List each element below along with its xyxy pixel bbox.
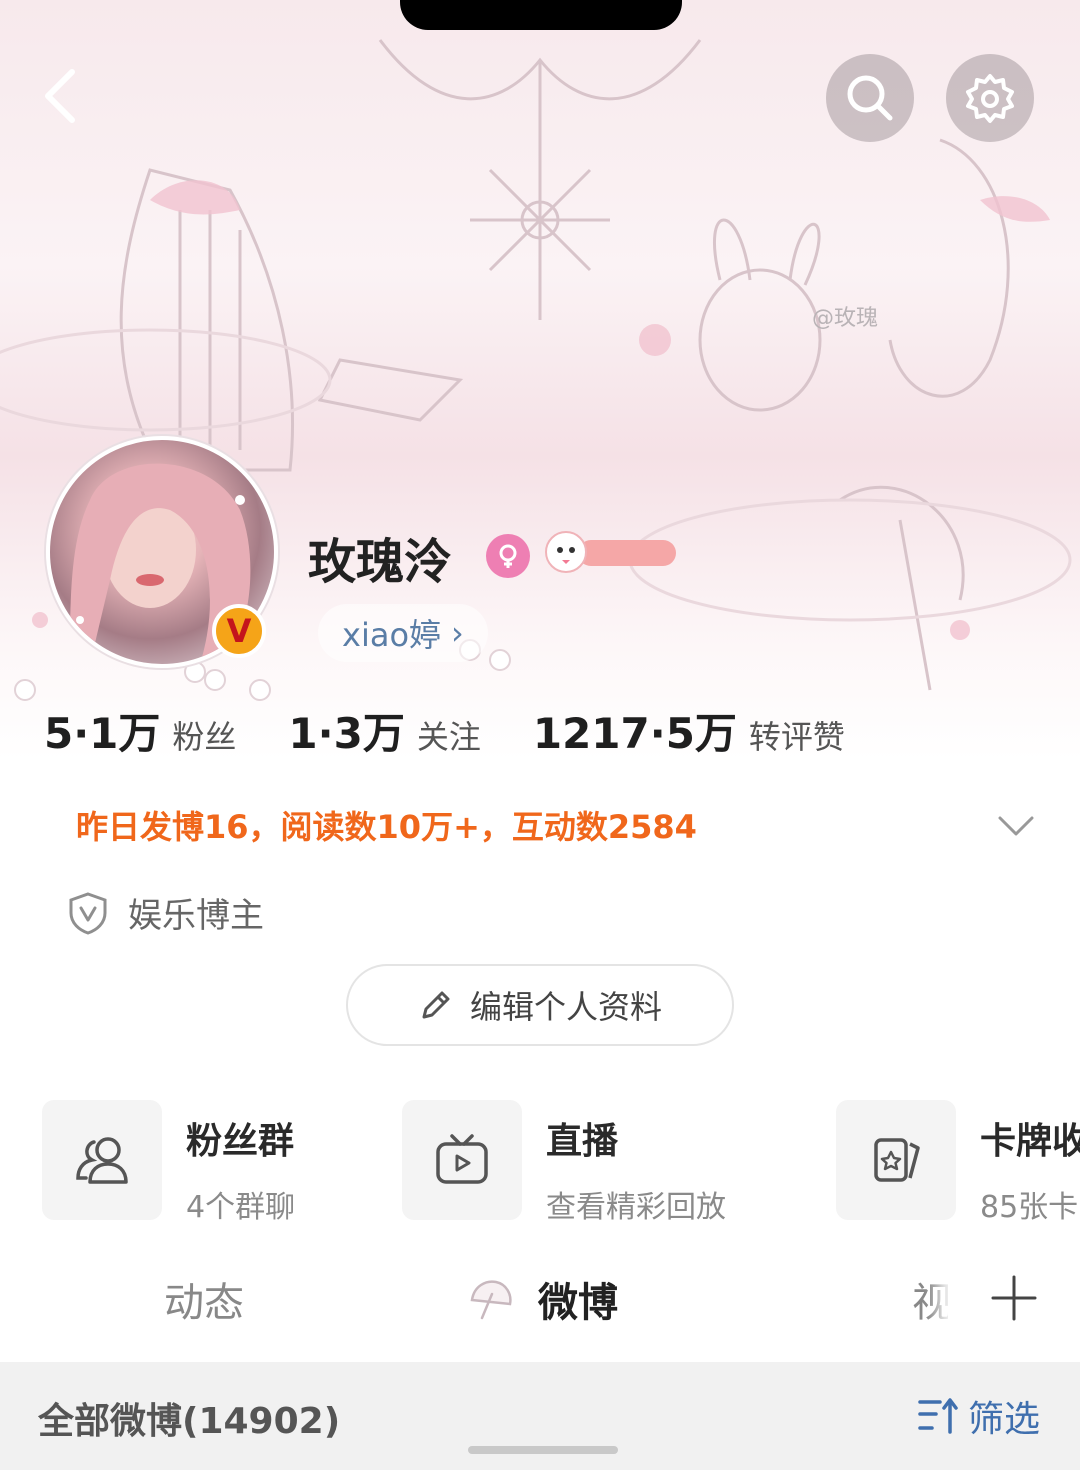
feature-cards: 粉丝群 4个群聊 直播 查看精彩回放 卡牌收 85张卡 xyxy=(0,1100,1080,1220)
live-tv-icon xyxy=(402,1100,522,1220)
edit-profile-label: 编辑个人资料 xyxy=(469,988,662,1026)
stat-interactions[interactable]: 1217·5万 转评赞 xyxy=(533,700,845,761)
stat-fans[interactable]: 5·1万 粉丝 xyxy=(44,700,236,761)
stat-value: 5·1万 xyxy=(44,709,161,758)
shield-v-icon xyxy=(69,891,107,935)
banner-watermark: @玫瑰 xyxy=(812,306,879,331)
creator-tag-label: 娱乐博主 xyxy=(128,896,264,936)
tab-weibo-label: 微博 xyxy=(538,1280,618,1326)
chevron-down-icon[interactable] xyxy=(996,806,1036,846)
stat-following[interactable]: 1·3万 关注 xyxy=(288,700,480,761)
gear-icon xyxy=(966,74,1014,123)
card-live[interactable]: 直播 查看精彩回放 xyxy=(402,1100,726,1220)
settings-button[interactable] xyxy=(946,54,1034,142)
verified-badge: V xyxy=(212,604,266,658)
pencil-icon xyxy=(422,991,450,1019)
stat-label: 转评赞 xyxy=(748,718,845,756)
creator-tag[interactable]: 娱乐博主 xyxy=(66,888,264,937)
card-title: 卡牌收 xyxy=(980,1121,1080,1162)
profile-tabs: 动态 微博 视 xyxy=(0,1236,1080,1360)
tab-weibo[interactable]: 微博 xyxy=(466,1270,618,1328)
chevron-right-icon: › xyxy=(451,614,464,652)
card-fans-group[interactable]: 粉丝群 4个群聊 xyxy=(42,1100,295,1220)
all-weibo-count[interactable]: 全部微博(14902) xyxy=(38,1392,340,1444)
umbrella-icon xyxy=(470,1280,512,1320)
fans-group-icon xyxy=(42,1100,162,1220)
filter-sort-icon xyxy=(918,1398,958,1434)
stat-label: 粉丝 xyxy=(172,718,237,756)
search-icon xyxy=(847,75,893,121)
profile-name: 玫瑰泠 xyxy=(308,534,453,590)
chevron-left-icon xyxy=(45,69,75,123)
card-subtitle: 85张卡 xyxy=(980,1190,1079,1220)
device-notch xyxy=(400,0,682,30)
filter-button[interactable]: 筛选 xyxy=(916,1390,1040,1442)
tab-video[interactable]: 视 xyxy=(912,1270,952,1328)
tab-activity[interactable]: 动态 xyxy=(164,1270,244,1328)
plus-icon xyxy=(991,1275,1037,1321)
add-tab-button[interactable] xyxy=(948,1236,1080,1360)
card-subtitle: 4个群聊 xyxy=(186,1190,296,1220)
home-indicator xyxy=(468,1446,618,1454)
handle-link[interactable]: xiao婷 › xyxy=(318,604,488,662)
daily-summary: 昨日发博16，阅读数10万+，互动数2584 xyxy=(76,808,697,846)
card-collection[interactable]: 卡牌收 85张卡 xyxy=(836,1100,1080,1220)
stat-value: 1217·5万 xyxy=(532,709,737,758)
edit-profile-button[interactable]: 编辑个人资料 xyxy=(346,964,734,1046)
search-button[interactable] xyxy=(826,54,914,142)
stats-row: 5·1万 粉丝 1·3万 关注 1217·5万 转评赞 xyxy=(44,700,897,761)
filter-label: 筛选 xyxy=(968,1399,1041,1440)
stat-label: 关注 xyxy=(416,718,481,756)
stat-value: 1·3万 xyxy=(288,709,405,758)
female-gender-icon xyxy=(486,534,530,578)
card-collection-icon xyxy=(836,1100,956,1220)
member-badge-icon[interactable] xyxy=(542,530,678,574)
card-title: 直播 xyxy=(546,1121,619,1162)
card-title: 粉丝群 xyxy=(186,1121,295,1162)
card-subtitle: 查看精彩回放 xyxy=(546,1190,726,1220)
handle-text: xiao婷 xyxy=(342,616,442,654)
back-button[interactable] xyxy=(34,66,94,126)
